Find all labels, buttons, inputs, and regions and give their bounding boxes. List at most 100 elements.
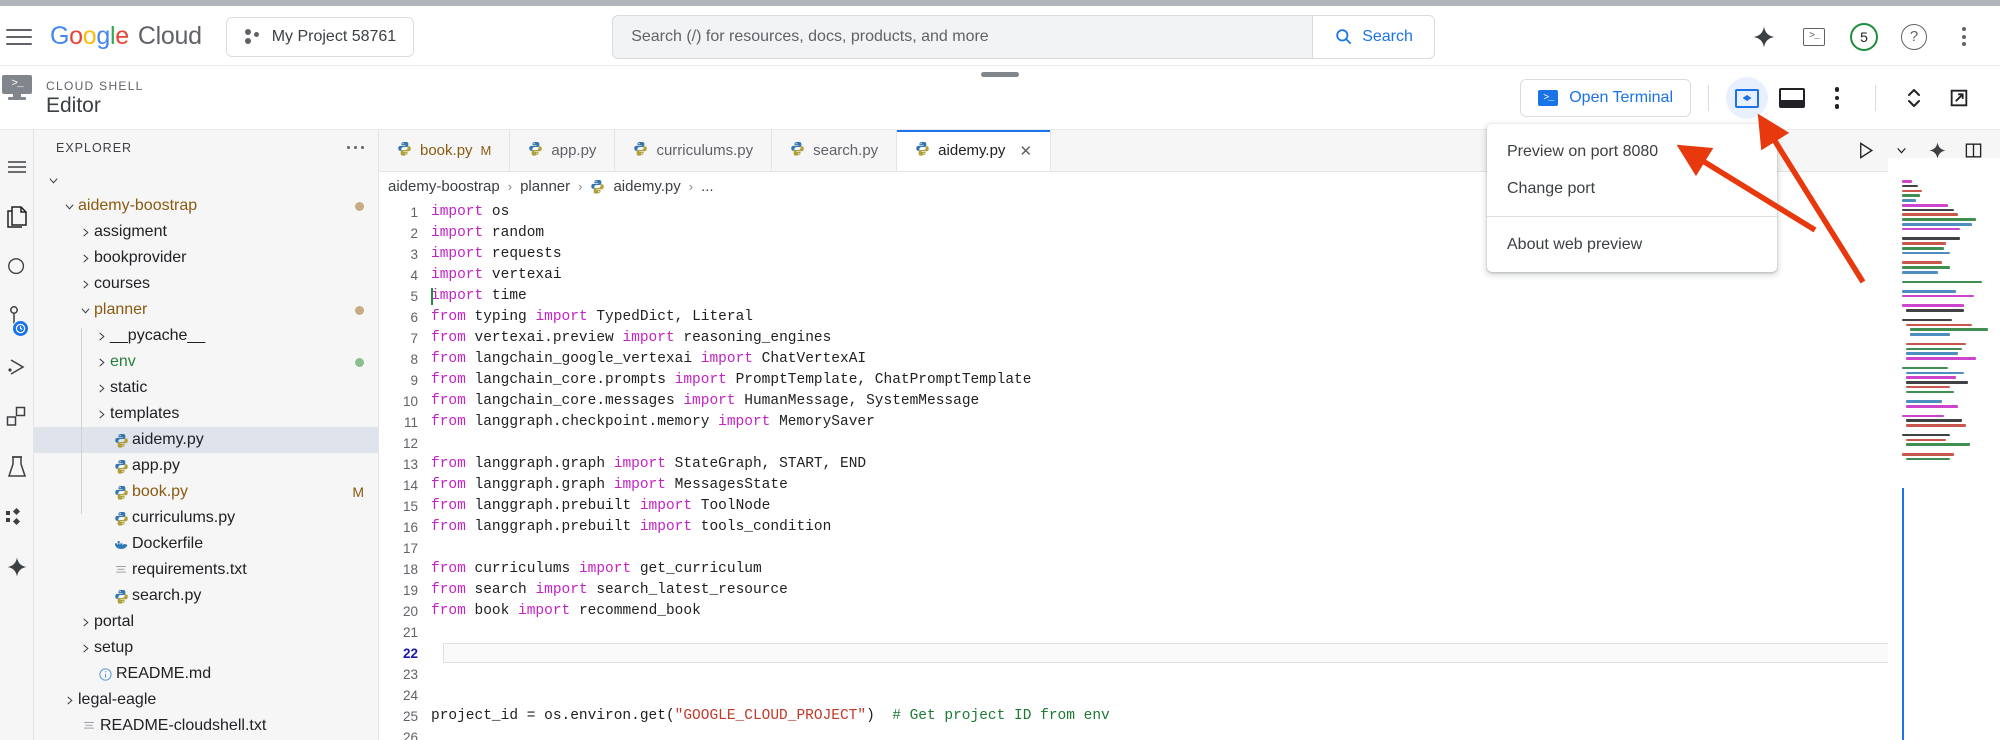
- panel-resize-handle[interactable]: [981, 72, 1019, 77]
- chevron-down-icon[interactable]: [60, 201, 78, 212]
- open-terminal-button[interactable]: >_ Open Terminal: [1520, 79, 1691, 117]
- chevron-right-icon[interactable]: [92, 331, 110, 342]
- tree-item--pycache-[interactable]: __pycache__: [34, 323, 378, 349]
- preview-on-port-8080-menu-item[interactable]: Preview on port 8080: [1487, 133, 1777, 170]
- close-icon[interactable]: ✕: [1019, 142, 1032, 160]
- minimap-line: [1902, 223, 1972, 226]
- notifications-badge[interactable]: 5: [1842, 15, 1886, 59]
- breadcrumb-segment[interactable]: aidemy.py: [613, 178, 680, 195]
- tab-curriculums-py[interactable]: curriculums.py: [615, 130, 772, 171]
- activity-gemini-sparkle-icon[interactable]: [0, 542, 34, 592]
- minimap-line: [1906, 381, 1968, 384]
- chevron-down-icon[interactable]: [44, 175, 62, 186]
- tree-item-book-py[interactable]: book.pyM: [34, 479, 378, 505]
- code-line: 11from langgraph.checkpoint.memory impor…: [379, 412, 2000, 433]
- tree-item-assigment[interactable]: assigment: [34, 219, 378, 245]
- tab-aidemy-py[interactable]: aidemy.py✕: [897, 130, 1051, 171]
- line-number: 5: [379, 286, 431, 307]
- code-text: import time: [431, 286, 527, 307]
- tree-item-dockerfile[interactable]: Dockerfile: [34, 531, 378, 557]
- tree-item-weimeilin[interactable]: WEIMEILIN: [34, 167, 378, 193]
- chevron-right-icon[interactable]: [76, 617, 94, 628]
- open-in-new-window-icon[interactable]: [1938, 77, 1980, 119]
- tree-item-courses[interactable]: courses: [34, 271, 378, 297]
- line-number: 23: [379, 664, 431, 685]
- tree-item-readme-cloudshell-txt[interactable]: README-cloudshell.txt: [34, 713, 378, 739]
- change-port-menu-item[interactable]: Change port: [1487, 170, 1777, 207]
- activity-diagnostics-icon[interactable]: [0, 492, 34, 542]
- markdown-info-icon: [98, 667, 113, 682]
- chevron-right-icon[interactable]: [76, 279, 94, 290]
- tree-item-static[interactable]: static: [34, 375, 378, 401]
- current-line-highlight: [443, 643, 1916, 663]
- line-number: 25: [379, 706, 431, 727]
- web-preview-eye-icon[interactable]: [1726, 77, 1768, 119]
- minimap-block: [1902, 434, 1994, 446]
- chevron-right-icon[interactable]: [76, 253, 94, 264]
- tree-item-readme-md[interactable]: README.md: [34, 661, 378, 687]
- chevron-right-icon[interactable]: [92, 383, 110, 394]
- search-button[interactable]: Search: [1312, 15, 1435, 59]
- chevron-right-icon[interactable]: [92, 357, 110, 368]
- tree-item-app-py[interactable]: app.py: [34, 453, 378, 479]
- code-viewport[interactable]: 1import os2import random3import requests…: [379, 200, 2000, 740]
- tree-item-aidemy-boostrap[interactable]: aidemy-boostrap: [34, 193, 378, 219]
- chevron-right-icon[interactable]: [76, 227, 94, 238]
- run-play-icon[interactable]: [1848, 134, 1882, 168]
- git-status-dot: [355, 202, 364, 211]
- search-input[interactable]: [631, 28, 1294, 46]
- cloud-shell-icon[interactable]: >_: [1792, 15, 1836, 59]
- tree-item-curriculums-py[interactable]: curriculums.py: [34, 505, 378, 531]
- tree-item-label: courses: [94, 275, 150, 293]
- activity-search-circle-icon[interactable]: [0, 242, 34, 292]
- more-vertical-icon[interactable]: [1942, 15, 1986, 59]
- hamburger-menu-icon[interactable]: [6, 29, 32, 45]
- python-file-icon: [790, 141, 805, 160]
- tree-item-env[interactable]: env: [34, 349, 378, 375]
- tree-item-legal-eagle[interactable]: legal-eagle: [34, 687, 378, 713]
- editor-more-vertical-icon[interactable]: [1816, 77, 1858, 119]
- tree-item-label: requirements.txt: [132, 561, 247, 579]
- tree-item-bookprovider[interactable]: bookprovider: [34, 245, 378, 271]
- code-minimap[interactable]: [1888, 158, 2000, 740]
- activity-menu-icon[interactable]: [0, 142, 34, 192]
- tree-item-requirements-txt[interactable]: requirements.txt: [34, 557, 378, 583]
- breadcrumb-segment[interactable]: planner: [520, 178, 570, 195]
- activity-source-control-icon[interactable]: [0, 292, 34, 342]
- tree-item-planner[interactable]: planner: [34, 297, 378, 323]
- tab-book-py[interactable]: book.pyM: [379, 130, 510, 171]
- activity-explorer-files-icon[interactable]: [0, 192, 34, 242]
- tree-item-label: assigment: [94, 223, 167, 241]
- code-text: import random: [431, 223, 544, 244]
- about-web-preview-menu-item[interactable]: About web preview: [1487, 226, 1777, 263]
- activity-cloud-code-flask-icon[interactable]: [0, 442, 34, 492]
- tree-item-portal[interactable]: portal: [34, 609, 378, 635]
- minimap-line: [1902, 415, 1944, 418]
- tree-item-search-py[interactable]: search.py: [34, 583, 378, 609]
- python-file-icon: [397, 141, 412, 160]
- resize-updown-icon[interactable]: [1893, 77, 1935, 119]
- toggle-bottom-panel-icon[interactable]: [1771, 77, 1813, 119]
- chevron-right-icon[interactable]: [60, 695, 78, 706]
- tree-item-aidemy-py[interactable]: aidemy.py: [34, 427, 378, 453]
- activity-extensions-icon[interactable]: [0, 392, 34, 442]
- line-number: 3: [379, 244, 431, 265]
- line-number: 13: [379, 454, 431, 475]
- help-question-icon[interactable]: ?: [1892, 15, 1936, 59]
- activity-run-debug-icon[interactable]: [0, 342, 34, 392]
- breadcrumb-segment[interactable]: aidemy-boostrap: [388, 178, 500, 195]
- tab-search-py[interactable]: search.py: [772, 130, 897, 171]
- chevron-right-icon[interactable]: [92, 409, 110, 420]
- chevron-down-icon[interactable]: [76, 305, 94, 316]
- chevron-down-icon: [64, 201, 75, 212]
- tab-app-py[interactable]: app.py: [510, 130, 615, 171]
- breadcrumb-segment[interactable]: ...: [701, 178, 714, 195]
- code-text: from langchain_core.messages import Huma…: [431, 391, 979, 412]
- gemini-sparkle-icon[interactable]: [1742, 15, 1786, 59]
- line-number: 6: [379, 307, 431, 328]
- chevron-right-icon: [64, 695, 75, 706]
- tree-item-setup[interactable]: setup: [34, 635, 378, 661]
- tree-item-templates[interactable]: templates: [34, 401, 378, 427]
- search-input-wrapper[interactable]: [612, 15, 1312, 59]
- chevron-right-icon[interactable]: [76, 643, 94, 654]
